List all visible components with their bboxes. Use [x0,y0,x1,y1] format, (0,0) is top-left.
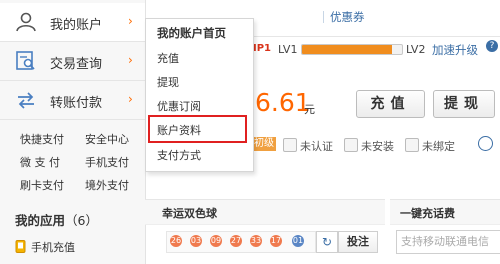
my-apps-title: 我的应用（6） [15,210,98,229]
quick-link-micro-pay[interactable]: 微 支 付 [20,154,60,170]
coupon-link[interactable]: 优惠券 [330,9,365,25]
chevron-right-icon: › [128,53,133,67]
app-item-label: 手机充值 [31,241,75,254]
menu-item-recharge[interactable]: 充值 [157,50,179,66]
balance-amount: 6.61 [255,88,311,117]
upgrade-link[interactable]: 加速升级 [432,42,478,58]
magnifier-list-icon [16,51,35,70]
my-apps-label: 我的应用 [15,213,66,228]
quick-link-security-center[interactable]: 安全中心 [85,131,129,147]
status-verification[interactable]: 未认证 [283,138,333,154]
red-ball[interactable]: 33 [250,235,262,247]
status-binding-label: 未绑定 [422,140,455,153]
balance-unit: 元 [304,103,315,116]
withdraw-button[interactable]: 提现 [433,90,495,118]
user-icon [16,12,36,32]
quick-link-shortcut-pay[interactable]: 快捷支付 [20,131,64,147]
help-icon[interactable]: ? [486,40,498,52]
phone-number-input[interactable]: 支持移动联通电信 [396,230,500,254]
level-badge: 初级 [252,137,276,151]
lottery-title: 幸运双色球 [162,207,217,220]
nav-transaction-query-label: 交易查询 [50,57,103,72]
level-next: LV2 [406,43,426,56]
status-install[interactable]: 未安装 [344,138,394,154]
nav-my-account[interactable]: 我的账户 › [0,3,145,42]
level-current: LV1 [278,43,298,56]
quick-link-mobile-pay[interactable]: 手机支付 [85,154,129,170]
clock-icon[interactable] [478,136,493,151]
quick-link-overseas-pay[interactable]: 境外支付 [85,177,129,193]
phone-bind-icon [405,138,419,152]
red-ball[interactable]: 17 [270,235,282,247]
vip-badge: IP1 [253,43,272,54]
level-progress-bar [301,44,403,55]
topup-title: 一键充话费 [400,207,455,220]
top-divider [252,36,500,37]
transfer-arrows-icon [18,92,34,109]
phone-recharge-icon [15,240,26,253]
menu-item-account-home[interactable]: 我的账户首页 [157,25,226,41]
nav-my-account-label: 我的账户 [50,18,103,33]
level-progress-fill [302,45,392,54]
chevron-right-icon: › [128,14,133,28]
quick-links: 快捷支付 安全中心 微 支 付 手机支付 刷卡支付 境外支付 [8,131,143,201]
my-apps-count: （6） [65,213,98,228]
status-verification-label: 未认证 [300,140,333,153]
red-ball[interactable]: 09 [210,235,222,247]
red-ball[interactable]: 26 [170,235,182,247]
menu-item-payment-methods[interactable]: 支付方式 [157,147,201,163]
id-card-icon [283,138,297,152]
menu-item-withdraw[interactable]: 提现 [157,74,179,90]
quick-link-card-pay[interactable]: 刷卡支付 [20,177,64,193]
nav-transaction-query[interactable]: 交易查询 › [0,42,145,81]
app-item-phone-recharge[interactable]: 手机充值 [15,239,75,255]
refresh-icon[interactable]: ↻ [316,231,338,253]
menu-item-account-info[interactable]: 账户资料 [157,122,201,138]
status-install-label: 未安装 [361,140,394,153]
chevron-right-icon: › [128,92,133,106]
status-binding[interactable]: 未绑定 [405,138,455,154]
menu-item-subscriptions[interactable]: 优惠订阅 [157,98,201,114]
bet-button[interactable]: 投注 [338,231,378,253]
blue-ball[interactable]: 01 [292,235,304,247]
account-dropdown-menu: 我的账户首页 充值 提现 优惠订阅 账户资料 支付方式 [145,18,254,172]
top-separator [323,11,324,23]
nav-transfer-payment[interactable]: 转账付款 › [0,81,145,120]
recharge-button[interactable]: 充值 [356,90,425,118]
nav-transfer-payment-label: 转账付款 [50,96,103,111]
red-ball[interactable]: 03 [190,235,202,247]
certificate-icon [344,138,358,152]
red-ball[interactable]: 27 [230,235,242,247]
